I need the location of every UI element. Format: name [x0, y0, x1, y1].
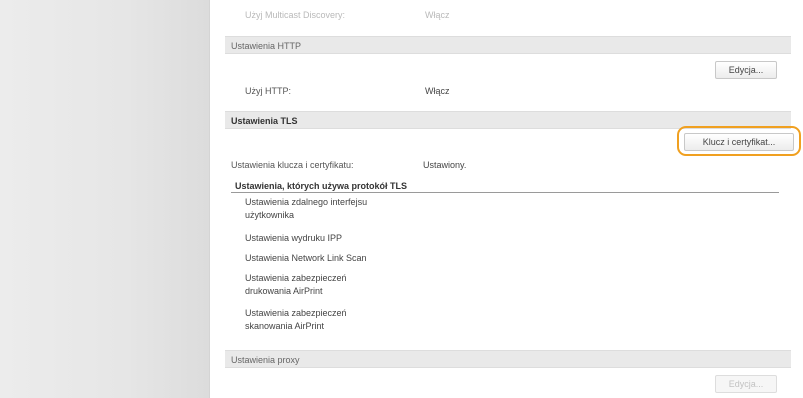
protocol-item-line: Ustawienia wydruku IPP [245, 233, 343, 243]
key-certificate-value: Ustawiony. [423, 160, 467, 170]
http-section-title: Ustawienia HTTP [231, 41, 302, 51]
proxy-edit-button[interactable]: Edycja... [715, 375, 777, 393]
http-section-header: Ustawienia HTTP [225, 36, 791, 54]
tls-protocol-divider [231, 192, 779, 193]
proxy-section-header: Ustawienia proxy [225, 350, 791, 368]
protocol-item-line: drukowania AirPrint [245, 286, 323, 296]
protocol-item-line: użytkownika [245, 210, 295, 220]
protocol-item-network-link-scan: Ustawienia Network Link Scan [245, 252, 405, 265]
settings-panel: Użyj Multicast Discovery: Włącz Ustawien… [225, 0, 801, 398]
protocol-item-line: Ustawienia zabezpieczeń [245, 273, 347, 283]
key-certificate-button[interactable]: Klucz i certyfikat... [684, 133, 794, 151]
tls-protocol-heading: Ustawienia, których używa protokół TLS [235, 181, 408, 191]
protocol-item-line: skanowania AirPrint [245, 321, 325, 331]
proxy-section-title: Ustawienia proxy [231, 355, 300, 365]
protocol-item-remote-ui: Ustawienia zdalnego interfejsu użytkowni… [245, 196, 405, 222]
protocol-item-airprint-scan: Ustawienia zabezpieczeń skanowania AirPr… [245, 307, 405, 333]
protocol-item-line: Ustawienia zabezpieczeń [245, 308, 347, 318]
left-sidebar [0, 0, 210, 398]
protocol-item-ipp: Ustawienia wydruku IPP [245, 232, 405, 245]
tls-section-title: Ustawienia TLS [231, 116, 298, 126]
multicast-value: Włącz [425, 10, 450, 20]
http-edit-button[interactable]: Edycja... [715, 61, 777, 79]
multicast-label: Użyj Multicast Discovery: [245, 10, 346, 20]
http-value: Włącz [425, 86, 450, 96]
http-label: Użyj HTTP: [245, 86, 291, 96]
protocol-item-line: Ustawienia zdalnego interfejsu [245, 197, 368, 207]
protocol-item-line: Ustawienia Network Link Scan [245, 253, 367, 263]
key-certificate-label: Ustawienia klucza i certyfikatu: [231, 160, 354, 170]
protocol-item-airprint-print: Ustawienia zabezpieczeń drukowania AirPr… [245, 272, 405, 298]
